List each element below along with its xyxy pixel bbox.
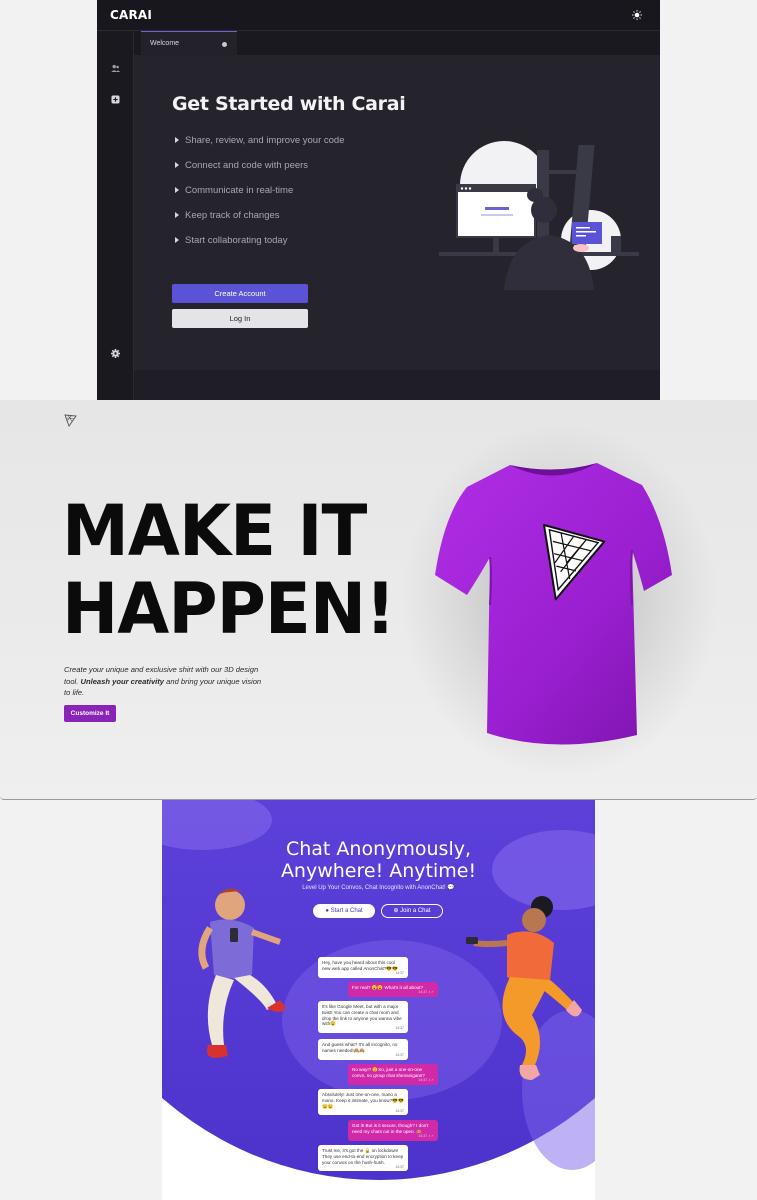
feature-label: Share, review, and improve your code xyxy=(185,135,345,146)
theme-toggle-icon[interactable] xyxy=(632,10,642,20)
caret-right-icon xyxy=(175,212,179,218)
caret-right-icon xyxy=(175,187,179,193)
feature-list: Share, review, and improve your code Con… xyxy=(175,135,344,260)
list-item: Communicate in real-time xyxy=(175,185,344,210)
title-bar: CARAI xyxy=(97,0,660,31)
chat-message: And guess what? It's all incognito, no n… xyxy=(318,1039,408,1060)
message-text: Trust me, it's got the 🔒 on lockdown! Th… xyxy=(322,1148,404,1165)
chat-message: Hey, have you heard about this cool new … xyxy=(318,957,408,978)
chat-message: Absolutely! Just one-on-one, mano a mano… xyxy=(318,1089,408,1116)
carai-app-window: CARAI Welcome Get Started with Carai Sha… xyxy=(97,0,660,400)
page-title: Get Started with Carai xyxy=(172,93,406,115)
users-icon[interactable] xyxy=(111,64,120,73)
list-item: Keep track of changes xyxy=(175,210,344,235)
join-chat-button[interactable]: ⊕ Join a Chat xyxy=(381,904,443,918)
message-text: For real? 😮😮 What's it all about? xyxy=(352,985,424,990)
developer-illustration xyxy=(439,141,639,290)
message-time: 14:37 xyxy=(395,1052,404,1057)
woman-with-phone-illustration xyxy=(466,896,582,1080)
message-time: 14:37 xyxy=(395,1026,404,1031)
welcome-panel: Get Started with Carai Share, review, an… xyxy=(134,55,660,370)
login-button[interactable]: Log In xyxy=(172,309,308,328)
headline-line-2: HAPPEN! xyxy=(62,568,396,650)
message-time: 14:37 xyxy=(395,970,404,975)
start-chat-label: Start a Chat xyxy=(330,908,363,914)
message-text: Absolutely! Just one-on-one, mano a mano… xyxy=(322,1092,404,1109)
feature-label: Start collaborating today xyxy=(185,235,288,246)
title-line-1: Chat Anonymously, xyxy=(285,838,472,860)
join-chat-label: Join a Chat xyxy=(400,908,431,914)
chat-message: It's like Google Meet, but with a major … xyxy=(318,1001,408,1034)
chat-message: For real? 😮😮 What's it all about? 14:37 ✓… xyxy=(348,982,438,997)
man-with-phone-illustration xyxy=(198,888,286,1058)
title-line-2: Anywhere! Anytime! xyxy=(280,860,477,882)
message-text: Hey, have you heard about this cool new … xyxy=(322,960,398,971)
feature-label: Communicate in real-time xyxy=(185,185,294,196)
status-bar xyxy=(134,370,660,400)
message-time: 14:37 ✓✓ xyxy=(418,1133,434,1138)
caret-right-icon xyxy=(175,237,179,243)
message-text: It's like Google Meet, but with a major … xyxy=(322,1004,402,1027)
tab-close-dot-icon[interactable] xyxy=(222,42,227,47)
list-item: Connect and code with peers xyxy=(175,160,344,185)
message-text: No way!? 😲So, just a one-on-one convo, n… xyxy=(352,1067,425,1078)
chat-message: No way!? 😲So, just a one-on-one convo, n… xyxy=(348,1064,438,1085)
list-item: Start collaborating today xyxy=(175,235,344,260)
add-file-icon[interactable] xyxy=(111,95,120,104)
settings-gear-icon[interactable] xyxy=(111,349,120,358)
message-time: 14:37 ✓✓ xyxy=(418,990,434,994)
list-item: Share, review, and improve your code xyxy=(175,135,344,160)
feature-label: Connect and code with peers xyxy=(185,160,309,171)
sidebar xyxy=(97,31,134,400)
tshirt-3d-model[interactable] xyxy=(432,445,677,750)
tab-welcome[interactable]: Welcome xyxy=(141,31,237,55)
message-text: And guess what? It's all incognito, no n… xyxy=(322,1042,398,1053)
feature-label: Keep track of changes xyxy=(185,210,280,221)
message-time: 14:37 xyxy=(395,1164,404,1169)
hero-description: Create your unique and exclusive shirt w… xyxy=(64,664,264,699)
chat-message: Got it! But is it secure, though? I don'… xyxy=(348,1120,438,1141)
headline-line-1: MAKE IT xyxy=(62,490,367,572)
triangle-logo-icon[interactable] xyxy=(64,414,77,427)
chat-message: Trust me, it's got the 🔒 on lockdown! Th… xyxy=(318,1145,408,1172)
tab-bar: Welcome xyxy=(134,31,660,55)
message-time: 14:37 ✓✓ xyxy=(418,1077,434,1082)
tab-label: Welcome xyxy=(150,40,180,47)
start-chat-button[interactable]: ● Start a Chat xyxy=(313,904,375,918)
hero-headline: MAKE IT HAPPEN! xyxy=(62,490,396,650)
desc-text-bold: Unleash your creativity xyxy=(80,676,165,686)
caret-right-icon xyxy=(175,162,179,168)
message-time: 14:37 xyxy=(395,1108,404,1113)
message-text: Got it! But is it secure, though? I don'… xyxy=(352,1123,429,1134)
app-brand: CARAI xyxy=(110,8,153,22)
shirt-design-landing: MAKE IT HAPPEN! Create your unique and e… xyxy=(0,400,757,800)
anonchat-landing: Chat Anonymously, Anywhere! Anytime! Lev… xyxy=(162,800,595,1200)
hero-title: Chat Anonymously, Anywhere! Anytime! xyxy=(162,838,595,882)
create-account-button[interactable]: Create Account xyxy=(172,284,308,303)
caret-right-icon xyxy=(175,137,179,143)
customize-button[interactable]: Customize It xyxy=(64,705,116,722)
